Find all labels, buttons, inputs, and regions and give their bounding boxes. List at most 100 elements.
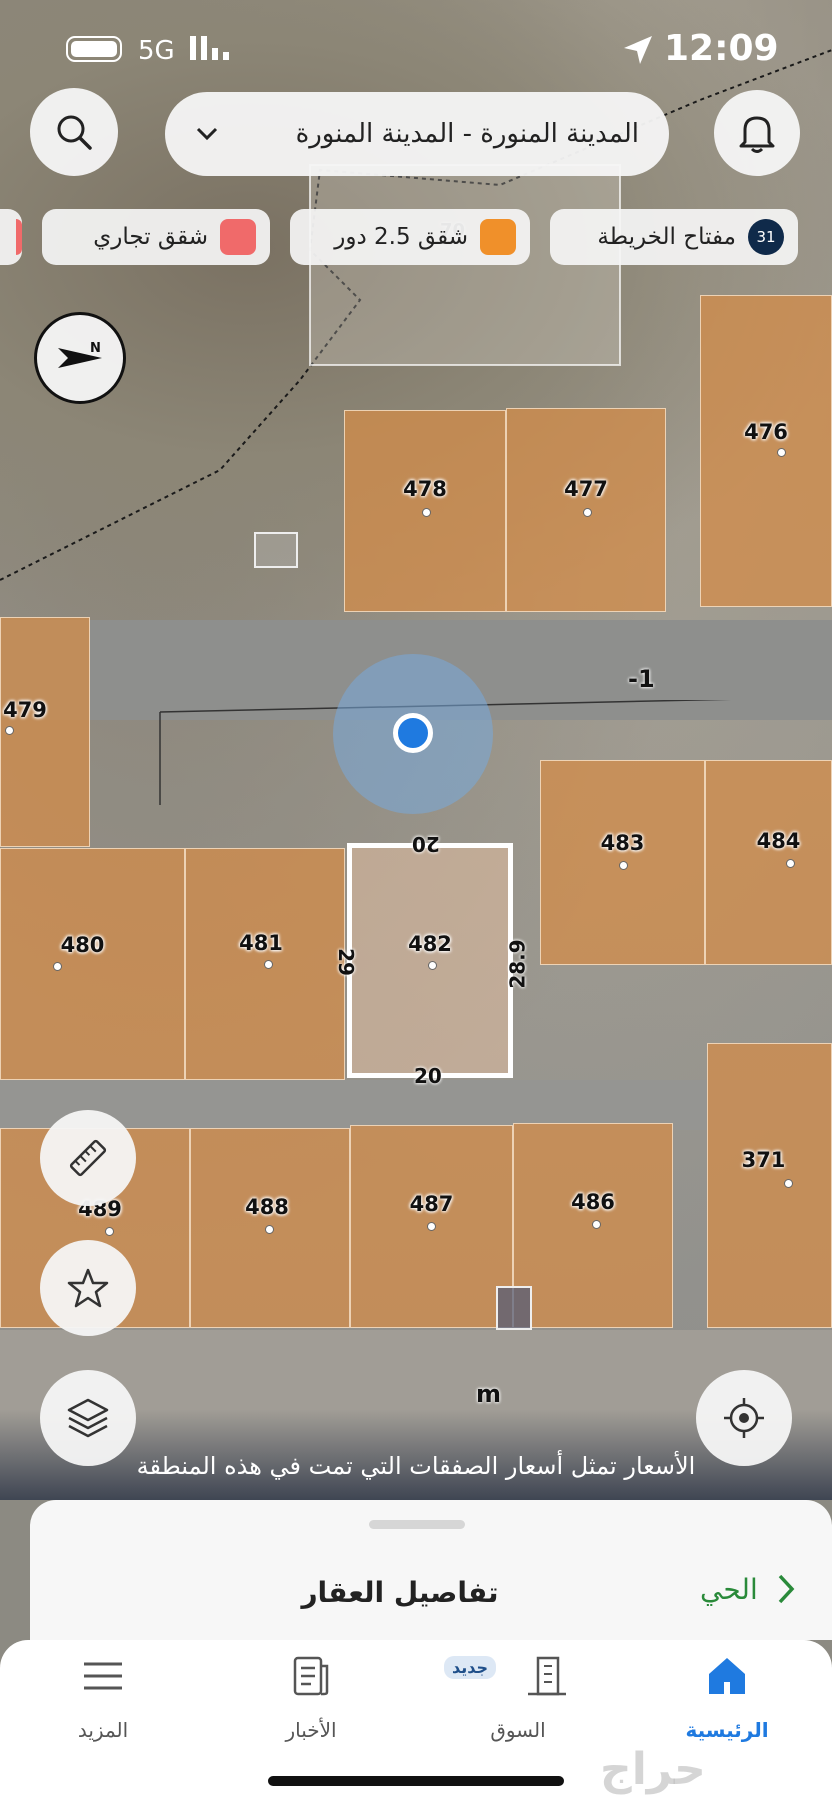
legend-chip-partial[interactable] [0, 209, 22, 265]
network-label: 5G [138, 36, 175, 66]
star-icon [67, 1268, 109, 1308]
map-key-label: مفتاح الخريطة [597, 224, 736, 250]
sheet-title: تفاصيل العقار [301, 1576, 499, 1609]
plot-number: 481 [239, 931, 283, 955]
legend-swatch-red [16, 219, 22, 255]
clock: 12:09 [664, 28, 779, 69]
tab-label: الأخبار [285, 1718, 337, 1742]
small-parcel [496, 1286, 532, 1330]
dimension-top: 20 [412, 832, 440, 856]
location-selector[interactable]: المدينة المنورة - المدينة المنورة [165, 92, 669, 176]
plot-number: 476 [744, 420, 788, 444]
tab-home[interactable]: الرئيسية [652, 1650, 802, 1742]
tab-label: الرئيسية [685, 1718, 769, 1742]
svg-text:N: N [90, 341, 101, 356]
chevron-right-icon [778, 1574, 795, 1604]
plot-number: 488 [245, 1195, 289, 1219]
plot-484[interactable]: 484 [705, 760, 832, 965]
plot-371[interactable]: 371 [707, 1043, 832, 1328]
plot-487[interactable]: 487 [350, 1125, 513, 1328]
plot-number: 482 [408, 932, 452, 956]
plot-482-selected[interactable]: 482 [347, 843, 513, 1078]
plot-479[interactable]: 479 [0, 617, 90, 847]
map-key-badge: 31 [748, 219, 784, 255]
property-details-sheet[interactable]: تفاصيل العقار الحي [30, 1500, 832, 1640]
plot-dot [422, 508, 431, 517]
legend-chip-commercial[interactable]: شقق تجاري [42, 209, 270, 265]
dimension-bottom: 20 [414, 1064, 442, 1088]
tab-more[interactable]: المزيد [28, 1650, 178, 1742]
plot-number: 479 [3, 698, 47, 722]
chevron-down-icon [196, 127, 218, 141]
menu-icon [84, 1662, 122, 1690]
plot-dot [619, 861, 628, 870]
price-note: الأسعار تمثل أسعار الصفقات التي تمت في ه… [136, 1452, 696, 1480]
plot-dot [265, 1225, 274, 1234]
tab-news[interactable]: الأخبار [236, 1650, 386, 1742]
legend-swatch-red [220, 219, 256, 255]
compass-button[interactable]: N [34, 312, 126, 404]
legend-chip-apartments[interactable]: شقق 2.5 دور [290, 209, 530, 265]
plot-dot [786, 859, 795, 868]
plot-481[interactable]: 481 [185, 848, 345, 1080]
plot-dot [427, 1222, 436, 1231]
plot-number: 371 [741, 1148, 786, 1172]
plot-480[interactable]: 480 [0, 848, 185, 1080]
legend-swatch-orange [480, 219, 516, 255]
search-icon [57, 115, 92, 150]
dimension-left: 29 [333, 948, 358, 976]
plot-477[interactable]: 477 [506, 408, 666, 612]
plot-number: 486 [571, 1190, 615, 1214]
tab-label: السوق [490, 1718, 546, 1742]
plot-476[interactable]: 476 [700, 295, 832, 607]
compass-icon: N [58, 341, 102, 368]
neighborhood-link[interactable]: الحي [700, 1572, 796, 1606]
layers-button[interactable] [40, 1370, 136, 1466]
plot-dot [428, 961, 437, 970]
plot-dot [105, 1227, 114, 1236]
plot-dot [777, 448, 786, 457]
locate-me-button[interactable] [696, 1370, 792, 1466]
measure-button[interactable] [40, 1110, 136, 1206]
plot-dot [264, 960, 273, 969]
legend-label: شقق تجاري [93, 224, 208, 250]
watermark: حراج [600, 1744, 706, 1795]
plot-dot [583, 508, 592, 517]
location-label: المدينة المنورة - المدينة المنورة [295, 119, 639, 149]
battery-icon [66, 36, 122, 62]
sheet-handle[interactable] [369, 1520, 465, 1529]
news-icon [293, 1656, 329, 1696]
location-arrow-icon [624, 36, 652, 64]
legend-label: شقق 2.5 دور [334, 224, 468, 250]
plot-dot [53, 962, 62, 971]
tab-market[interactable]: جديد السوق [443, 1650, 593, 1742]
home-icon [709, 1658, 745, 1694]
plot-number: 487 [409, 1192, 454, 1216]
crosshair-icon [724, 1398, 764, 1438]
plot-dot [5, 726, 14, 735]
search-button[interactable] [30, 88, 118, 176]
small-parcel [254, 532, 298, 568]
plot-dot [592, 1220, 601, 1229]
layers-icon [67, 1398, 109, 1438]
plot-488[interactable]: 488 [190, 1128, 350, 1328]
plot-486[interactable]: 486 [513, 1123, 673, 1328]
plot-number: 484 [756, 829, 801, 853]
tab-label: المزيد [77, 1718, 129, 1742]
home-indicator [268, 1776, 564, 1786]
signal-icon [190, 36, 229, 60]
plot-483[interactable]: 483 [540, 760, 705, 965]
dimension-right: 28.9 [505, 939, 530, 989]
plot-478[interactable]: 478 [344, 410, 506, 612]
m-label: m [476, 1380, 502, 1408]
map-key-chip[interactable]: مفتاح الخريطة 31 [550, 209, 798, 265]
plot-number: 478 [403, 477, 447, 501]
notifications-button[interactable] [714, 90, 800, 176]
ruler-icon [69, 1139, 107, 1177]
neighborhood-link-label: الحي [700, 1572, 758, 1606]
plot-number: 477 [564, 477, 608, 501]
favorites-button[interactable] [40, 1240, 136, 1336]
tab-bar: المزيد الأخبار جديد السوق الرئيسية حراج [0, 1640, 832, 1800]
row-marker-label: -1 [628, 665, 655, 693]
plot-dot [784, 1179, 793, 1188]
